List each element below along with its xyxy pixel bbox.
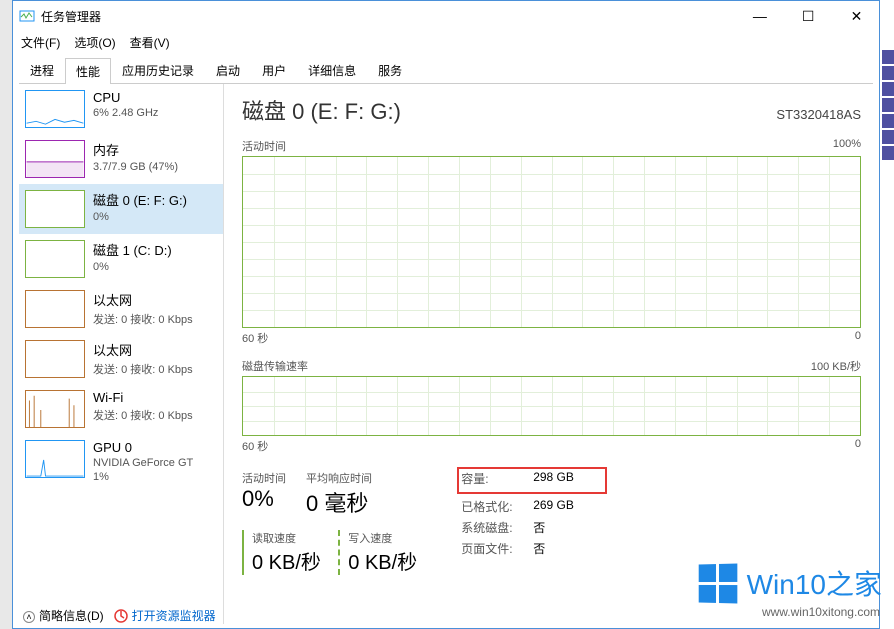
footer: ˄简略信息(D) 打开资源监视器 <box>23 607 216 624</box>
capacity-value: 298 GB <box>533 470 603 487</box>
activity-chart <box>242 156 861 328</box>
capacity-highlight: 容量:298 GB <box>457 467 607 494</box>
watermark-url: www.win10xitong.com <box>762 605 880 619</box>
capacity-key: 容量: <box>461 470 533 487</box>
resource-monitor-icon <box>114 609 128 623</box>
sidebar-detail: NVIDIA GeForce GT <box>93 457 193 469</box>
chart2-label: 磁盘传输速率 <box>242 358 308 374</box>
active-time-label: 活动时间 <box>242 470 286 486</box>
sidebar-detail: 0% <box>93 211 187 223</box>
response-time-value: 0 毫秒 <box>306 486 372 518</box>
formatted-key: 已格式化: <box>461 498 533 515</box>
performance-sidebar: CPU 6% 2.48 GHz 内存 3.7/7.9 GB (47%) 磁盘 0 (… <box>19 84 224 624</box>
sidebar-cpu[interactable]: CPU 6% 2.48 GHz <box>19 84 223 134</box>
minimize-button[interactable]: — <box>737 1 782 31</box>
sidebar-detail: 发送: 0 接收: 0 Kbps <box>93 361 193 377</box>
tab-details[interactable]: 详细信息 <box>297 57 367 83</box>
chart2-max: 100 KB/秒 <box>811 358 861 374</box>
page-title: 磁盘 0 (E: F: G:) <box>242 94 401 126</box>
sidebar-label: CPU <box>93 90 158 105</box>
pagefile-key: 页面文件: <box>461 540 533 557</box>
main-panel: 磁盘 0 (E: F: G:) ST3320418AS 活动时间 100% 60… <box>224 84 879 624</box>
window-title: 任务管理器 <box>41 8 737 25</box>
watermark-logo: Win10之家 <box>698 563 882 603</box>
maximize-button[interactable]: ☐ <box>786 1 831 31</box>
gpu-thumb-icon <box>25 440 85 478</box>
sidebar-disk-0[interactable]: 磁盘 0 (E: F: G:) 0% <box>19 184 223 234</box>
app-icon <box>19 8 35 24</box>
open-resource-monitor[interactable]: 打开资源监视器 <box>114 607 216 624</box>
cpu-thumb-icon <box>25 90 85 128</box>
menubar: 文件(F) 选项(O) 查看(V) <box>13 31 879 53</box>
tab-users[interactable]: 用户 <box>251 57 297 83</box>
disk-thumb-icon <box>25 240 85 278</box>
sidebar-detail: 0% <box>93 261 172 273</box>
write-speed-value: 0 KB/秒 <box>348 546 417 575</box>
wifi-thumb-icon <box>25 390 85 428</box>
sidebar-detail: 3.7/7.9 GB (47%) <box>93 161 178 173</box>
disk-info-table: 容量:298 GB 已格式化:269 GB 系统磁盘:否 页面文件:否 <box>461 470 603 575</box>
sidebar-wifi[interactable]: Wi-Fi 发送: 0 接收: 0 Kbps <box>19 384 223 434</box>
sidebar-label: 以太网 <box>93 340 193 359</box>
read-speed-value: 0 KB/秒 <box>252 546 321 575</box>
sidebar-label: 磁盘 0 (E: F: G:) <box>93 190 187 209</box>
ethernet-thumb-icon <box>25 290 85 328</box>
pagefile-value: 否 <box>533 540 603 557</box>
chart2-xright: 0 <box>855 438 861 454</box>
tabbar: 进程 性能 应用历史记录 启动 用户 详细信息 服务 <box>19 57 873 84</box>
sidebar-detail: 发送: 0 接收: 0 Kbps <box>93 407 193 423</box>
system-disk-value: 否 <box>533 519 603 536</box>
chart1-xright: 0 <box>855 330 861 346</box>
tab-processes[interactable]: 进程 <box>19 57 65 83</box>
menu-view[interactable]: 查看(V) <box>130 34 170 51</box>
system-disk-key: 系统磁盘: <box>461 519 533 536</box>
menu-options[interactable]: 选项(O) <box>74 34 115 51</box>
sidebar-memory[interactable]: 内存 3.7/7.9 GB (47%) <box>19 134 223 184</box>
active-time-value: 0% <box>242 486 286 512</box>
sidebar-detail: 发送: 0 接收: 0 Kbps <box>93 311 193 327</box>
tab-performance[interactable]: 性能 <box>65 58 111 84</box>
sidebar-label: 内存 <box>93 140 178 159</box>
formatted-value: 269 GB <box>533 498 603 515</box>
disk-thumb-icon <box>25 190 85 228</box>
sidebar-label: Wi-Fi <box>93 390 193 405</box>
chart1-xleft: 60 秒 <box>242 330 268 346</box>
write-speed-label: 写入速度 <box>348 530 417 546</box>
sidebar-gpu-0[interactable]: GPU 0 NVIDIA GeForce GT 1% <box>19 434 223 489</box>
close-button[interactable]: ✕ <box>834 1 879 31</box>
sidebar-label: 磁盘 1 (C: D:) <box>93 240 172 259</box>
chart1-max: 100% <box>833 138 861 154</box>
sidebar-detail: 1% <box>93 471 193 483</box>
disk-model: ST3320418AS <box>776 107 861 122</box>
memory-thumb-icon <box>25 140 85 178</box>
brief-info-toggle[interactable]: ˄简略信息(D) <box>23 607 104 624</box>
collapse-icon: ˄ <box>23 611 35 623</box>
sidebar-detail: 6% 2.48 GHz <box>93 107 158 119</box>
sidebar-ethernet-0[interactable]: 以太网发送: 0 接收: 0 Kbps <box>19 284 223 334</box>
tab-services[interactable]: 服务 <box>367 57 413 83</box>
tab-startup[interactable]: 启动 <box>205 57 251 83</box>
windows-logo-icon <box>698 563 737 603</box>
sidebar-disk-1[interactable]: 磁盘 1 (C: D:) 0% <box>19 234 223 284</box>
task-manager-window: 任务管理器 — ☐ ✕ 文件(F) 选项(O) 查看(V) 进程 性能 应用历史… <box>12 0 880 629</box>
menu-file[interactable]: 文件(F) <box>21 34 60 51</box>
read-speed-label: 读取速度 <box>252 530 321 546</box>
ethernet-thumb-icon <box>25 340 85 378</box>
chart2-xleft: 60 秒 <box>242 438 268 454</box>
tab-app-history[interactable]: 应用历史记录 <box>111 57 205 83</box>
sidebar-ethernet-1[interactable]: 以太网发送: 0 接收: 0 Kbps <box>19 334 223 384</box>
sidebar-label: GPU 0 <box>93 440 193 455</box>
titlebar[interactable]: 任务管理器 — ☐ ✕ <box>13 1 879 31</box>
sidebar-label: 以太网 <box>93 290 193 309</box>
response-time-label: 平均响应时间 <box>306 470 372 486</box>
chart1-label: 活动时间 <box>242 138 286 154</box>
transfer-chart <box>242 376 861 436</box>
